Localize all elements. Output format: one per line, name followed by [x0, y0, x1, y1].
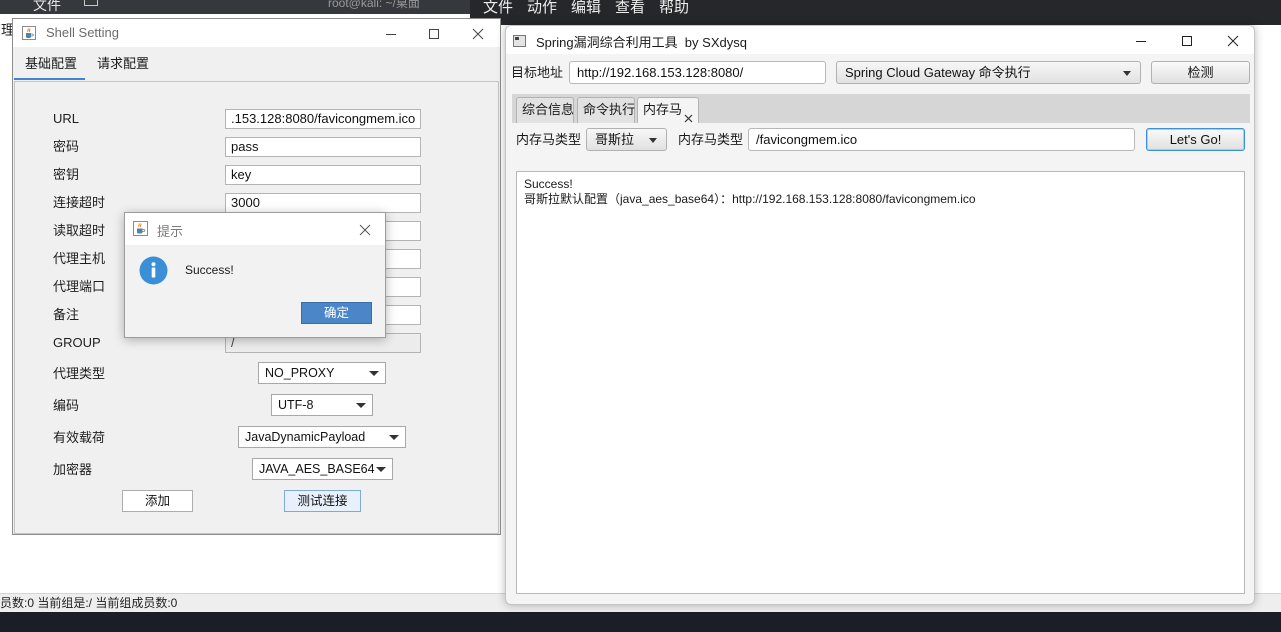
spring-tool-window: Spring漏洞综合利用工具 by SXdysq 目标地址 http://192…: [505, 25, 1255, 605]
exploit-select[interactable]: Spring Cloud Gateway 命令执行: [836, 61, 1141, 84]
spring-tool-titlebar[interactable]: Spring漏洞综合利用工具 by SXdysq: [506, 26, 1254, 54]
payload-value: JavaDynamicPayload: [245, 430, 366, 444]
spring-tool-title: Spring漏洞综合利用工具 by SXdysq: [536, 35, 747, 50]
selected-tab-underline: [14, 78, 85, 80]
terminal-menu-view[interactable]: 查看: [615, 0, 645, 17]
lets-go-button[interactable]: Let's Go!: [1146, 128, 1245, 151]
close-icon[interactable]: [359, 223, 371, 236]
payload-select[interactable]: JavaDynamicPayload: [238, 426, 406, 448]
terminal-menu-file[interactable]: 文件: [483, 0, 513, 17]
close-icon[interactable]: [472, 27, 484, 40]
alert-message: Success!: [185, 263, 234, 277]
encoding-value: UTF-8: [278, 398, 314, 412]
shell-setting-titlebar[interactable]: Shell Setting: [13, 19, 500, 47]
window-icon: [84, 0, 98, 6]
info-icon: [139, 256, 168, 285]
test-connection-button[interactable]: 测试连接: [284, 490, 361, 512]
tab-overview-label: 综合信息: [522, 102, 575, 117]
password-label: 密码: [53, 139, 80, 154]
app-window-icon: [513, 34, 526, 47]
output-textarea[interactable]: Success! 哥斯拉默认配置（java_aes_base64）：http:/…: [516, 171, 1245, 594]
tab-command-exec[interactable]: 命令执行: [577, 97, 635, 123]
memshell-path-value: /favicongmem.ico: [756, 132, 858, 147]
proxy-host-label: 代理主机: [53, 251, 106, 266]
alert-dialog: 提示 Success! 确定: [124, 212, 386, 338]
chevron-down-icon: [369, 371, 379, 376]
proxy-type-label: 代理类型: [53, 366, 106, 381]
detect-button[interactable]: 检测: [1151, 61, 1250, 84]
minimize-icon[interactable]: [385, 27, 397, 39]
alert-title: 提示: [157, 224, 184, 239]
app-menu-file[interactable]: 文件: [33, 0, 61, 15]
memshell-path-label: 内存马类型: [678, 132, 744, 147]
tab-basic-config[interactable]: 基础配置: [25, 55, 77, 73]
exploit-select-value: Spring Cloud Gateway 命令执行: [845, 65, 1031, 80]
proxy-type-select[interactable]: NO_PROXY: [258, 362, 386, 384]
connect-timeout-input[interactable]: 3000: [225, 193, 421, 213]
tab-strip: 综合信息 命令执行 内存马: [512, 94, 1250, 123]
tab-overview[interactable]: 综合信息: [516, 97, 574, 123]
target-url-label: 目标地址: [511, 65, 564, 80]
chevron-down-icon: [389, 435, 399, 440]
secret-key-value: key: [231, 167, 252, 182]
maximize-icon[interactable]: [1181, 34, 1193, 46]
target-url-input[interactable]: http://192.168.153.128:8080/: [569, 61, 826, 84]
secret-key-label: 密钥: [53, 167, 80, 182]
connect-timeout-label: 连接超时: [53, 195, 106, 210]
connect-timeout-value: 3000: [231, 195, 260, 210]
minimize-icon[interactable]: [1135, 34, 1147, 46]
add-button[interactable]: 添加: [122, 490, 193, 512]
tab-request-config[interactable]: 请求配置: [97, 55, 149, 73]
url-value: .153.128:8080/favicongmem.ico: [231, 111, 416, 126]
terminal-menu-edit[interactable]: 编辑: [571, 0, 601, 17]
output-line: Success!: [524, 177, 573, 191]
proxy-port-label: 代理端口: [53, 279, 106, 294]
chevron-down-icon: [649, 138, 657, 143]
secret-key-input[interactable]: key: [225, 165, 421, 185]
password-input[interactable]: pass: [225, 137, 421, 157]
tab-memshell-label: 内存马: [643, 102, 683, 117]
taskbar: [0, 612, 1281, 632]
url-label: URL: [53, 111, 80, 126]
output-line: 哥斯拉默认配置（java_aes_base64）：http://192.168.…: [524, 192, 976, 206]
shell-setting-title: Shell Setting: [46, 25, 119, 40]
url-input[interactable]: .153.128:8080/favicongmem.ico: [225, 109, 421, 129]
memshell-type-label: 内存马类型: [516, 132, 582, 147]
close-icon[interactable]: [1227, 34, 1239, 47]
terminal-menu-help[interactable]: 帮助: [659, 0, 689, 17]
encryptor-select[interactable]: JAVA_AES_BASE64: [252, 458, 393, 480]
memshell-type-select[interactable]: 哥斯拉: [586, 128, 667, 151]
password-value: pass: [231, 139, 259, 154]
memshell-type-value: 哥斯拉: [595, 132, 635, 147]
tab-command-exec-label: 命令执行: [583, 102, 636, 117]
terminal-menu-action[interactable]: 动作: [527, 0, 557, 17]
group-label: GROUP: [53, 335, 101, 350]
encoding-select[interactable]: UTF-8: [271, 394, 373, 416]
encryptor-label: 加密器: [53, 462, 93, 477]
maximize-icon[interactable]: [428, 27, 440, 39]
tab-memshell[interactable]: 内存马: [637, 97, 699, 123]
read-timeout-label: 读取超时: [53, 223, 106, 238]
terminal-title: root@kali: ~/桌面: [328, 0, 420, 10]
target-url-value: http://192.168.153.128:8080/: [577, 65, 744, 80]
close-tab-icon[interactable]: [684, 107, 693, 123]
remark-label: 备注: [53, 307, 80, 322]
alert-titlebar[interactable]: 提示: [125, 213, 385, 245]
memshell-path-input[interactable]: /favicongmem.ico: [748, 128, 1135, 151]
encoding-label: 编码: [53, 398, 80, 413]
java-icon: [22, 26, 36, 40]
java-icon: [133, 221, 148, 236]
ok-button[interactable]: 确定: [301, 302, 372, 324]
encryptor-value: JAVA_AES_BASE64: [259, 462, 375, 476]
chevron-down-icon: [356, 403, 366, 408]
proxy-type-value: NO_PROXY: [265, 366, 335, 380]
chevron-down-icon: [1123, 71, 1131, 76]
payload-label: 有效载荷: [53, 430, 106, 445]
chevron-down-icon: [376, 467, 386, 472]
